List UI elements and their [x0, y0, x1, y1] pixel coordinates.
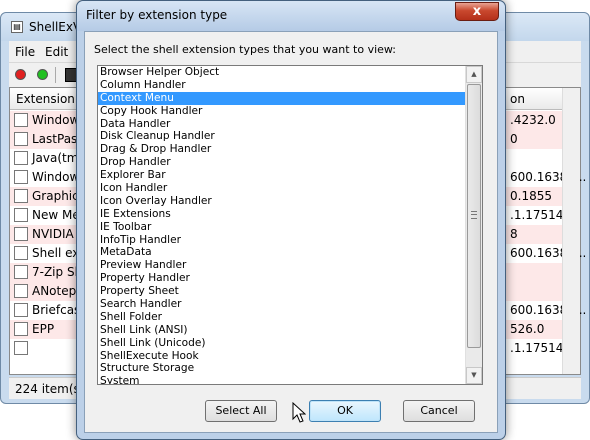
extension-icon	[14, 151, 28, 165]
extension-type-item[interactable]: Shell Folder	[98, 311, 466, 324]
list-vertical-scrollbar[interactable]: ▲ ▼	[465, 66, 482, 384]
extension-icon	[14, 208, 28, 222]
ok-button[interactable]: OK	[309, 400, 381, 422]
scroll-down-arrow-icon[interactable]: ▼	[466, 367, 482, 384]
cancel-button[interactable]: Cancel	[403, 400, 475, 422]
menu-file[interactable]: File	[15, 45, 35, 59]
extension-icon	[14, 227, 28, 241]
extension-type-item[interactable]: Data Handler	[98, 118, 466, 131]
instruction-label: Select the shell extension types that yo…	[94, 43, 397, 56]
extension-icon	[14, 113, 28, 127]
extension-type-item[interactable]: Icon Handler	[98, 182, 466, 195]
row-version: 526.0	[510, 322, 545, 336]
dialog-title: Filter by extension type	[86, 8, 228, 22]
extension-type-list[interactable]: Browser Helper Object Column Handler Conte…	[97, 65, 483, 385]
menu-edit[interactable]: Edit	[45, 45, 68, 59]
list-scrollbar[interactable]	[562, 88, 580, 374]
scroll-thumb[interactable]	[467, 84, 481, 348]
extension-type-item[interactable]: Copy Hook Handler	[98, 105, 466, 118]
row-extension-name: EPP	[32, 322, 55, 336]
extension-type-item[interactable]: Shell Link (ANSI)	[98, 324, 466, 337]
extension-type-item[interactable]: Drag & Drop Handler	[98, 143, 466, 156]
extension-type-item[interactable]: Drop Handler	[98, 156, 466, 169]
extension-type-item[interactable]: Preview Handler	[98, 259, 466, 272]
extension-type-item[interactable]: ShellExecute Hook	[98, 350, 466, 363]
column-version[interactable]: on	[510, 92, 525, 106]
scroll-up-arrow-icon[interactable]: ▲	[466, 66, 482, 83]
extension-type-item[interactable]: Context Menu	[98, 91, 466, 105]
extension-icon	[14, 265, 28, 279]
extension-icon	[14, 170, 28, 184]
row-extension-name: NVIDIA	[32, 227, 74, 241]
dialog-titlebar[interactable]: Filter by extension type x	[77, 1, 505, 31]
extension-icon	[14, 341, 28, 355]
extension-type-item[interactable]: Disk Cleanup Handler	[98, 130, 466, 143]
row-extension-name: New Me	[32, 208, 80, 222]
row-extension-name: Window	[32, 113, 80, 127]
extension-icon	[14, 132, 28, 146]
filter-dialog: Filter by extension type x Select the sh…	[76, 0, 506, 440]
scroll-grip-icon	[471, 211, 477, 219]
extension-type-item[interactable]: Explorer Bar	[98, 169, 466, 182]
extension-type-item[interactable]: Browser Helper Object	[98, 66, 466, 79]
extension-type-item[interactable]: InfoTip Handler	[98, 234, 466, 247]
extension-type-item[interactable]: Property Sheet	[98, 285, 466, 298]
row-version: 0	[510, 132, 518, 146]
extension-type-item[interactable]: IE Toolbar	[98, 221, 466, 234]
extension-icon	[14, 284, 28, 298]
toolbar-separator	[55, 67, 56, 83]
app-icon: ▤	[11, 21, 23, 33]
row-extension-name: 7-Zip Sh	[32, 265, 83, 279]
row-version: .4232.0	[510, 113, 556, 127]
select-all-button[interactable]: Select All	[205, 400, 277, 422]
extension-type-item[interactable]: Search Handler	[98, 298, 466, 311]
extension-type-item[interactable]: Shell Link (Unicode)	[98, 337, 466, 350]
extension-type-item[interactable]: Icon Overlay Handler	[98, 195, 466, 208]
close-button[interactable]: x	[455, 2, 499, 21]
row-extension-name: Window	[32, 170, 80, 184]
close-icon: x	[472, 4, 482, 19]
extension-type-item[interactable]: MetaData	[98, 246, 466, 259]
enable-icon[interactable]	[37, 69, 48, 80]
extension-icon	[14, 322, 28, 336]
disable-icon[interactable]	[15, 69, 26, 80]
extension-type-item[interactable]: Column Handler	[98, 79, 466, 92]
extension-type-item[interactable]: Property Handler	[98, 272, 466, 285]
dialog-body: Select the shell extension types that yo…	[84, 31, 498, 433]
extension-type-item[interactable]: System	[98, 375, 466, 384]
extension-icon	[14, 189, 28, 203]
row-version: 8	[510, 227, 518, 241]
extension-icon	[14, 303, 28, 317]
row-version: 0.1855	[510, 189, 552, 203]
extension-type-item[interactable]: IE Extensions	[98, 208, 466, 221]
extension-icon	[14, 246, 28, 260]
mouse-cursor-icon	[292, 402, 306, 423]
extension-type-item[interactable]: Structure Storage	[98, 362, 466, 375]
